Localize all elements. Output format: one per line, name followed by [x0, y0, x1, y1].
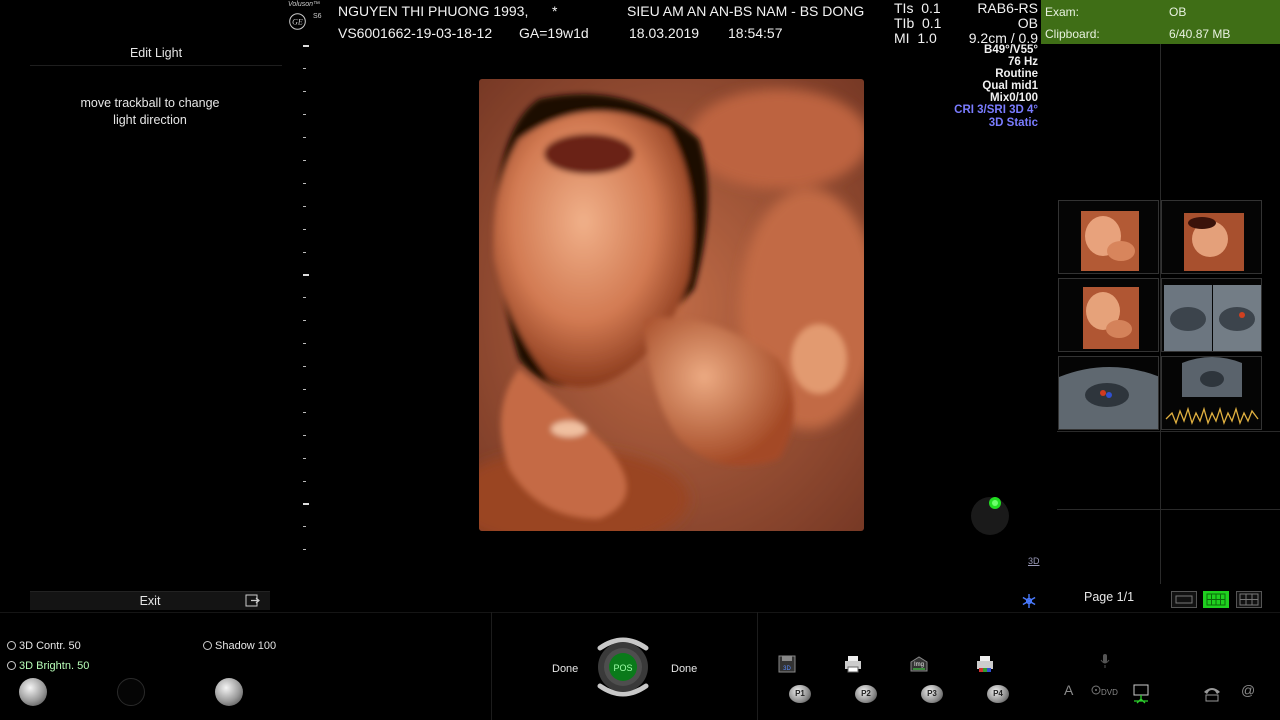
gestational-age: GA=19w1d	[519, 25, 589, 41]
pos-label: POS	[613, 663, 632, 673]
unused-knob	[117, 678, 145, 706]
patient-marker: *	[552, 3, 558, 19]
email-at-icon[interactable]: @	[1241, 682, 1255, 698]
exam-id: VS6001662-19-03-18-12	[338, 25, 493, 41]
p1-button[interactable]: P1	[789, 685, 811, 703]
freeze-snowflake-icon[interactable]	[1021, 593, 1037, 609]
save-3d-icon[interactable]: 3D	[777, 654, 797, 674]
param-frame-rate: 76 Hz	[1007, 56, 1038, 69]
left-panel: Edit Light move trackball to change ligh…	[0, 0, 298, 612]
probe-name: RAB6-RS	[977, 0, 1038, 16]
param-angle: B49°/V55°	[984, 44, 1038, 56]
application: OB	[1017, 15, 1038, 31]
clipboard-thumb-2[interactable]	[1161, 200, 1262, 274]
help-line-1: move trackball to change	[80, 96, 220, 110]
clipboard-thumb-4[interactable]	[1161, 278, 1262, 352]
exit-button[interactable]: Exit	[30, 591, 270, 610]
send-image-icon[interactable]: Img	[909, 654, 929, 674]
brightness-label: 3D Brightn. 50	[19, 660, 90, 672]
layout-1x1-button[interactable]	[1171, 591, 1197, 608]
layout-2x2-button[interactable]	[1203, 591, 1229, 608]
clipboard-thumb-3[interactable]	[1058, 278, 1159, 352]
brightness-ring-icon	[7, 661, 16, 670]
panel-title: Edit Light	[30, 46, 282, 66]
contrast-ring-icon	[7, 641, 16, 650]
param-mode: Routine	[995, 68, 1038, 81]
exit-icon	[245, 594, 260, 607]
clipboard-thumb-1[interactable]	[1058, 200, 1159, 274]
tis-value: TIs 0.1	[894, 0, 941, 16]
network-transfer-icon[interactable]	[1130, 683, 1152, 705]
panel-help-text: move trackball to change light direction	[30, 95, 270, 129]
phone-icon[interactable]	[1202, 684, 1222, 702]
position-trackball-pad[interactable]: POS	[588, 634, 658, 700]
patient-name: NGUYEN THI PHUONG 1993,	[338, 3, 529, 19]
ge-logo-icon: GE	[289, 13, 306, 30]
clipboard-thumb-5[interactable]	[1058, 356, 1159, 430]
tib-value: TIb 0.1	[894, 15, 942, 31]
param-mix: Mix0/100	[990, 92, 1038, 105]
exit-label: Exit	[139, 594, 161, 608]
param-cri: CRI 3/SRI 3D 4°	[954, 104, 1038, 117]
imaging-params: B49°/V55° 76 Hz Routine Qual mid1 Mix0/1…	[954, 44, 1038, 129]
disc-icon	[1091, 685, 1101, 695]
p3-button[interactable]: P3	[921, 685, 943, 703]
svg-text:GE: GE	[292, 18, 303, 27]
contrast-knob[interactable]	[19, 678, 47, 706]
microphone-icon[interactable]	[1099, 653, 1111, 669]
exam-label: Exam:	[1045, 5, 1080, 19]
clipboard-thumb-6[interactable]	[1161, 356, 1262, 430]
help-line-2: light direction	[113, 113, 187, 127]
svg-text:Img: Img	[914, 662, 924, 668]
shadow-ring-icon	[203, 641, 212, 650]
p2-button[interactable]: P2	[855, 685, 877, 703]
mi-value: MI 1.0	[894, 30, 937, 46]
exam-info-box: Exam: OB Clipboard: 6/40.87 MB	[1041, 0, 1280, 44]
exam-date: 18.03.2019	[629, 25, 700, 41]
color-print-icon[interactable]	[975, 654, 995, 674]
p4-button[interactable]: P4	[987, 685, 1009, 703]
clipboard-size: 6/40.87 MB	[1169, 27, 1231, 41]
contrast-control[interactable]: 3D Contr. 50	[7, 640, 81, 652]
clipboard-page-label: Page 1/1	[1084, 590, 1135, 604]
shadow-label: Shadow 100	[215, 640, 277, 652]
view-3d-label[interactable]: 3D	[1028, 556, 1040, 566]
shadow-control[interactable]: Shadow 100	[203, 640, 276, 652]
3d-render-view[interactable]	[479, 79, 864, 531]
layout-grid-button[interactable]	[1236, 591, 1262, 608]
brightness-control[interactable]: 3D Brightn. 50	[7, 660, 89, 672]
contrast-label: 3D Contr. 50	[19, 640, 81, 652]
param-3d-mode: 3D Static	[988, 116, 1038, 129]
institution: SIEU AM AN AN-BS NAM - BS DONG	[627, 3, 865, 19]
exam-value: OB	[1169, 5, 1187, 19]
clipboard-label: Clipboard:	[1045, 27, 1100, 41]
shadow-knob[interactable]	[215, 678, 243, 706]
trackball-indicator-icon	[971, 497, 1009, 535]
done-left-label[interactable]: Done	[552, 663, 578, 675]
logo-brand: Voluson™	[288, 1, 321, 8]
annotation-a-icon[interactable]: A	[1064, 682, 1073, 698]
logo-model: S6	[313, 13, 322, 20]
exam-time: 18:54:57	[728, 25, 783, 41]
svg-text:3D: 3D	[783, 666, 791, 672]
print-icon[interactable]	[843, 654, 863, 674]
done-right-label[interactable]: Done	[671, 663, 697, 675]
param-quality: Qual mid1	[982, 80, 1038, 93]
depth-scale	[303, 40, 313, 560]
dvd-label[interactable]: DVD	[1101, 688, 1118, 697]
